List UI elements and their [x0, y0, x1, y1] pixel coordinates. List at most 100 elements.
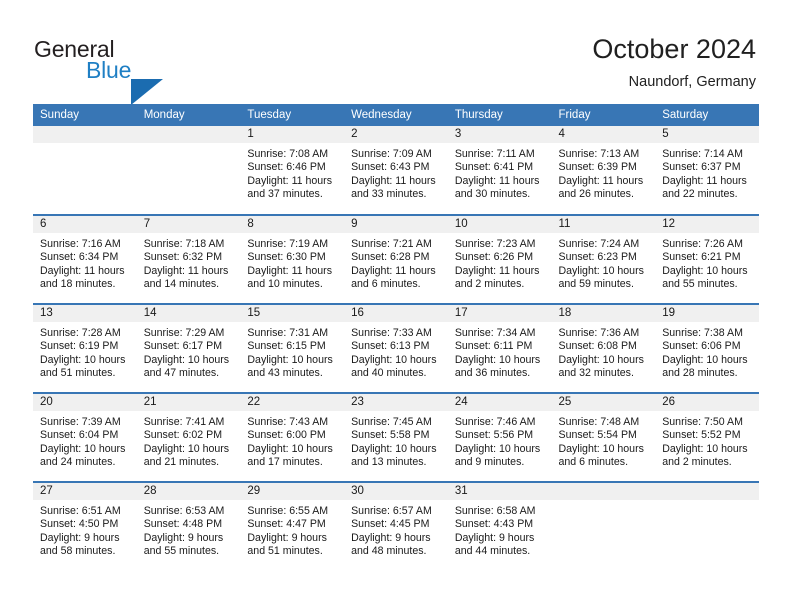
weekday-header-thursday: Thursday	[447, 104, 552, 126]
sunset-text: Sunset: 6:04 PM	[40, 429, 119, 442]
sunset-text: Sunset: 6:08 PM	[558, 340, 637, 353]
day-number: 29	[240, 483, 345, 500]
daylight-text: Daylight: 11 hours and 10 minutes.	[247, 264, 333, 291]
sunset-text: Sunset: 5:58 PM	[351, 429, 430, 442]
sunset-text: Sunset: 5:52 PM	[662, 429, 741, 442]
sunrise-text: Sunrise: 7:38 AM	[662, 327, 743, 339]
sunrise-text: Sunrise: 7:21 AM	[351, 238, 432, 250]
sunrise-text: Sunrise: 7:28 AM	[40, 327, 121, 339]
daylight-text: Daylight: 11 hours and 18 minutes.	[40, 264, 125, 291]
calendar-day-cell[interactable]: 18 Sunrise: 7:36 AM Sunset: 6:08 PM Dayligh…	[551, 303, 656, 393]
day-number: 22	[240, 394, 345, 411]
calendar-cell-empty	[551, 481, 656, 571]
sunrise-text: Sunrise: 7:36 AM	[558, 327, 640, 339]
day-details: Sunrise: 7:11 AM Sunset: 6:41 PM Daylight:…	[448, 143, 552, 202]
calendar-day-cell[interactable]: 28 Sunrise: 6:53 AM Sunset: 4:48 PM Dayligh…	[136, 481, 241, 571]
calendar-day-cell[interactable]: 1 Sunrise: 7:08 AM Sunset: 6:46 PM Daylight…	[240, 126, 345, 215]
day-number: 13	[33, 305, 137, 322]
calendar-day-cell[interactable]: 19 Sunrise: 7:38 AM Sunset: 6:06 PM Dayligh…	[655, 303, 759, 393]
weekday-header-monday: Monday	[136, 104, 241, 126]
calendar-day-cell[interactable]: 7 Sunrise: 7:18 AM Sunset: 6:32 PM Daylight…	[136, 214, 241, 304]
sunrise-text: Sunrise: 7:39 AM	[40, 416, 121, 428]
sunrise-text: Sunrise: 7:29 AM	[143, 327, 225, 339]
day-details: Sunrise: 7:33 AM Sunset: 6:13 PM Daylight:…	[344, 322, 448, 381]
calendar-day-cell[interactable]: 10 Sunrise: 7:23 AM Sunset: 6:26 PM Dayligh…	[447, 214, 552, 304]
title-block: October 2024 Naundorf, Germany	[592, 32, 756, 92]
day-details: Sunrise: 7:31 AM Sunset: 6:15 PM Daylight:…	[240, 322, 344, 381]
sunset-text: Sunset: 6:26 PM	[454, 251, 534, 264]
day-details: Sunrise: 7:34 AM Sunset: 6:11 PM Daylight:…	[448, 322, 552, 381]
calendar-day-cell[interactable]: 11 Sunrise: 7:24 AM Sunset: 6:23 PM Dayligh…	[551, 214, 656, 304]
calendar-day-cell[interactable]: 15 Sunrise: 7:31 AM Sunset: 6:15 PM Dayligh…	[240, 303, 345, 393]
calendar-day-cell[interactable]: 14 Sunrise: 7:29 AM Sunset: 6:17 PM Dayligh…	[136, 303, 241, 393]
calendar-day-cell[interactable]: 17 Sunrise: 7:34 AM Sunset: 6:11 PM Dayligh…	[447, 303, 552, 393]
sunset-text: Sunset: 4:43 PM	[454, 518, 534, 531]
calendar-day-cell[interactable]: 5 Sunrise: 7:14 AM Sunset: 6:37 PM Daylight…	[655, 126, 759, 215]
weekday-header: Sunday Monday Tuesday Wednesday Thursday Frid…	[33, 104, 759, 126]
day-details: Sunrise: 7:14 AM Sunset: 6:37 PM Daylight:…	[655, 143, 759, 202]
day-number: 17	[447, 305, 552, 322]
daylight-text: Daylight: 10 hours and 40 minutes.	[351, 353, 437, 380]
calendar-week-row: 6 Sunrise: 7:16 AM Sunset: 6:34 PM Daylight…	[33, 214, 759, 304]
day-details: Sunrise: 6:51 AM Sunset: 4:50 PM Daylight:…	[33, 500, 137, 559]
calendar-day-cell[interactable]: 30 Sunrise: 6:57 AM Sunset: 4:45 PM Dayligh…	[344, 481, 448, 571]
logo-text-blue: Blue	[86, 57, 132, 83]
calendar-day-cell[interactable]: 29 Sunrise: 6:55 AM Sunset: 4:47 PM Dayligh…	[240, 481, 345, 571]
calendar-day-cell[interactable]: 12 Sunrise: 7:26 AM Sunset: 6:21 PM Dayligh…	[655, 214, 759, 304]
sunrise-text: Sunrise: 7:45 AM	[351, 416, 432, 428]
day-details: Sunrise: 7:43 AM Sunset: 6:00 PM Daylight:…	[240, 411, 344, 470]
day-number: 14	[136, 305, 241, 322]
sunset-text: Sunset: 4:48 PM	[143, 518, 223, 531]
calendar-day-cell[interactable]: 21 Sunrise: 7:41 AM Sunset: 6:02 PM Dayligh…	[136, 392, 241, 482]
page-header: General Blue October 2024 Naundorf, Germ…	[0, 0, 792, 105]
day-number: 3	[447, 126, 552, 143]
calendar-day-cell[interactable]: 3 Sunrise: 7:11 AM Sunset: 6:41 PM Daylight…	[447, 126, 552, 215]
calendar-day-cell[interactable]: 9 Sunrise: 7:21 AM Sunset: 6:28 PM Daylight…	[344, 214, 448, 304]
sunrise-text: Sunrise: 7:16 AM	[40, 238, 121, 250]
day-number	[136, 126, 241, 143]
sunset-text: Sunset: 6:30 PM	[247, 251, 326, 264]
calendar-day-cell[interactable]: 23 Sunrise: 7:45 AM Sunset: 5:58 PM Dayligh…	[344, 392, 448, 482]
sunset-text: Sunset: 6:21 PM	[662, 251, 741, 264]
calendar-day-cell[interactable]: 20 Sunrise: 7:39 AM Sunset: 6:04 PM Dayligh…	[33, 392, 137, 482]
calendar-day-cell[interactable]: 22 Sunrise: 7:43 AM Sunset: 6:00 PM Dayligh…	[240, 392, 345, 482]
calendar-day-cell[interactable]: 24 Sunrise: 7:46 AM Sunset: 5:56 PM Dayligh…	[447, 392, 552, 482]
day-details: Sunrise: 7:36 AM Sunset: 6:08 PM Daylight:…	[552, 322, 656, 381]
sunrise-text: Sunrise: 6:51 AM	[40, 505, 121, 517]
sunset-text: Sunset: 6:02 PM	[143, 429, 223, 442]
calendar-table: Sunday Monday Tuesday Wednesday Thursday Frid…	[33, 104, 759, 571]
day-details: Sunrise: 7:23 AM Sunset: 6:26 PM Daylight:…	[448, 233, 552, 292]
day-number: 12	[655, 216, 759, 233]
daylight-text: Daylight: 10 hours and 24 minutes.	[40, 442, 126, 469]
weekday-header-friday: Friday	[551, 104, 656, 126]
calendar-day-cell[interactable]: 25 Sunrise: 7:48 AM Sunset: 5:54 PM Dayligh…	[551, 392, 656, 482]
calendar-day-cell[interactable]: 26 Sunrise: 7:50 AM Sunset: 5:52 PM Dayligh…	[655, 392, 759, 482]
sunrise-text: Sunrise: 7:08 AM	[247, 148, 329, 160]
calendar-day-cell[interactable]: 8 Sunrise: 7:19 AM Sunset: 6:30 PM Daylight…	[240, 214, 345, 304]
calendar-day-cell[interactable]: 6 Sunrise: 7:16 AM Sunset: 6:34 PM Daylight…	[33, 214, 137, 304]
daylight-text: Daylight: 10 hours and 28 minutes.	[662, 353, 748, 380]
sunrise-text: Sunrise: 6:53 AM	[143, 505, 225, 517]
daylight-text: Daylight: 10 hours and 6 minutes.	[558, 442, 644, 469]
day-number: 1	[240, 126, 345, 143]
calendar-cell-empty	[136, 126, 241, 215]
daylight-text: Daylight: 10 hours and 17 minutes.	[247, 442, 333, 469]
weekday-header-sunday: Sunday	[33, 104, 137, 126]
weekday-header-saturday: Saturday	[655, 104, 759, 126]
day-number: 19	[655, 305, 759, 322]
calendar-day-cell[interactable]: 16 Sunrise: 7:33 AM Sunset: 6:13 PM Dayligh…	[344, 303, 448, 393]
daylight-text: Daylight: 10 hours and 32 minutes.	[558, 353, 644, 380]
calendar-day-cell[interactable]: 4 Sunrise: 7:13 AM Sunset: 6:39 PM Daylight…	[551, 126, 656, 215]
general-blue-logo[interactable]: General Blue	[34, 36, 214, 105]
sunset-text: Sunset: 6:15 PM	[247, 340, 326, 353]
sunset-text: Sunset: 4:47 PM	[247, 518, 326, 531]
sunset-text: Sunset: 6:13 PM	[351, 340, 430, 353]
weekday-header-tuesday: Tuesday	[240, 104, 345, 126]
calendar-day-cell[interactable]: 31 Sunrise: 6:58 AM Sunset: 4:43 PM Dayligh…	[447, 481, 552, 571]
sunset-text: Sunset: 6:06 PM	[662, 340, 741, 353]
day-details: Sunrise: 7:50 AM Sunset: 5:52 PM Daylight:…	[655, 411, 759, 470]
calendar-day-cell[interactable]: 27 Sunrise: 6:51 AM Sunset: 4:50 PM Dayligh…	[33, 481, 137, 571]
calendar-day-cell[interactable]: 13 Sunrise: 7:28 AM Sunset: 6:19 PM Dayligh…	[33, 303, 137, 393]
calendar-day-cell[interactable]: 2 Sunrise: 7:09 AM Sunset: 6:43 PM Daylight…	[344, 126, 448, 215]
day-number: 21	[136, 394, 241, 411]
